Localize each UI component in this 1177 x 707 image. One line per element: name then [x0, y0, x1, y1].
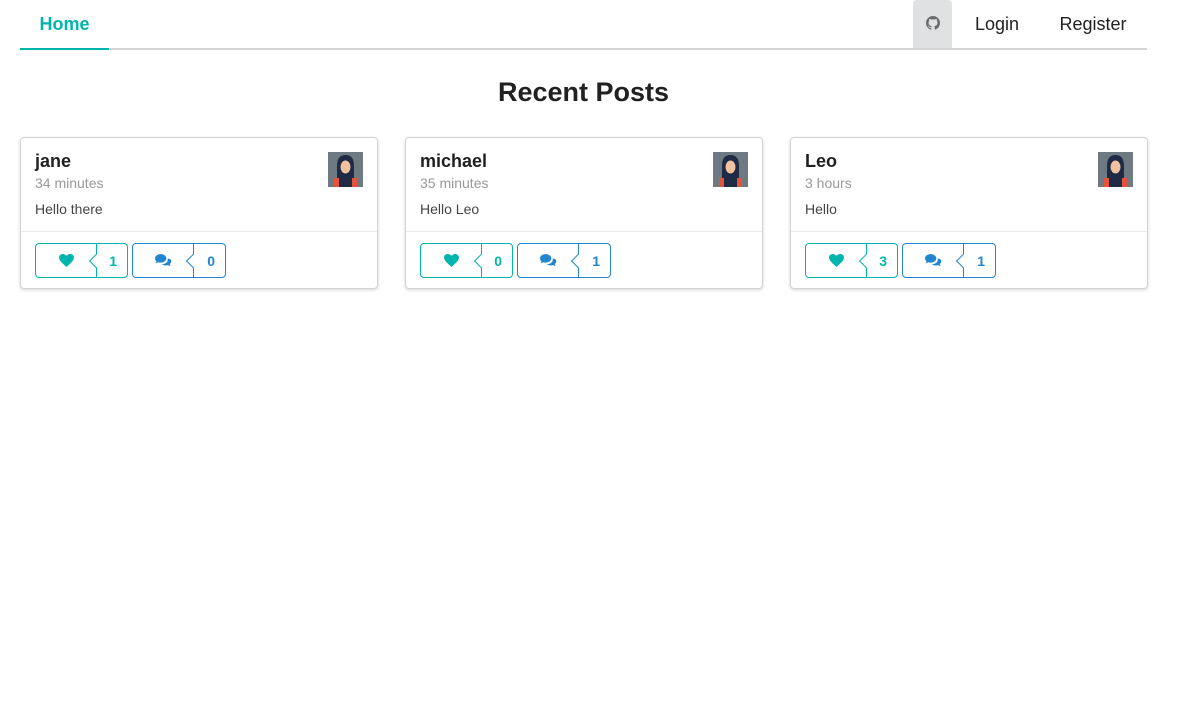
comment-button[interactable]: 0 — [132, 243, 226, 278]
post-card[interactable]: michael 35 minutes Hello Leo 0 1 — [405, 137, 763, 289]
post-author: Leo — [805, 151, 838, 171]
like-count: 0 — [481, 244, 512, 277]
nav-register-label: Register — [1059, 13, 1127, 34]
post-time[interactable]: 3 hours — [805, 174, 852, 192]
page-container: Home Login Register Recent Posts jane 34… — [20, 0, 1148, 707]
github-button[interactable] — [913, 0, 952, 48]
like-button[interactable]: 0 — [420, 243, 513, 278]
post-card[interactable]: Leo 3 hours Hello 3 1 — [790, 137, 1148, 289]
nav-home[interactable]: Home — [20, 0, 109, 50]
post-body: Hello there — [35, 201, 103, 217]
post-body: Hello — [805, 201, 837, 217]
post-body: Hello Leo — [420, 201, 480, 217]
post-content: michael 35 minutes Hello Leo — [406, 138, 762, 232]
like-count: 3 — [866, 244, 897, 277]
comment-count: 1 — [963, 244, 995, 277]
post-card[interactable]: jane 34 minutes Hello there 1 0 — [20, 137, 378, 289]
avatar — [1098, 152, 1133, 187]
avatar — [713, 152, 748, 187]
comments-icon — [903, 244, 963, 277]
comment-button[interactable]: 1 — [902, 243, 996, 278]
page-title: Recent Posts — [497, 77, 670, 107]
nav-login[interactable]: Login — [957, 0, 1037, 48]
nav-home-label: Home — [39, 13, 90, 34]
post-time[interactable]: 34 minutes — [35, 174, 103, 192]
heart-icon — [36, 244, 96, 277]
comments-icon — [518, 244, 578, 277]
comment-button[interactable]: 1 — [517, 243, 611, 278]
heart-icon — [421, 244, 481, 277]
comments-icon — [133, 244, 193, 277]
like-button[interactable]: 1 — [35, 243, 128, 278]
post-time[interactable]: 35 minutes — [420, 174, 488, 192]
github-icon — [925, 14, 940, 35]
like-button[interactable]: 3 — [805, 243, 898, 278]
heart-icon — [806, 244, 866, 277]
comment-count: 0 — [193, 244, 225, 277]
post-content: Leo 3 hours Hello — [791, 138, 1147, 232]
nav-register[interactable]: Register — [1044, 0, 1142, 48]
nav-login-label: Login — [974, 13, 1020, 34]
post-content: jane 34 minutes Hello there — [21, 138, 377, 232]
top-menu: Home Login Register — [20, 0, 1147, 50]
like-count: 1 — [96, 244, 127, 277]
comment-count: 1 — [578, 244, 610, 277]
post-author: michael — [420, 151, 488, 171]
avatar — [328, 152, 363, 187]
post-author: jane — [35, 151, 72, 171]
